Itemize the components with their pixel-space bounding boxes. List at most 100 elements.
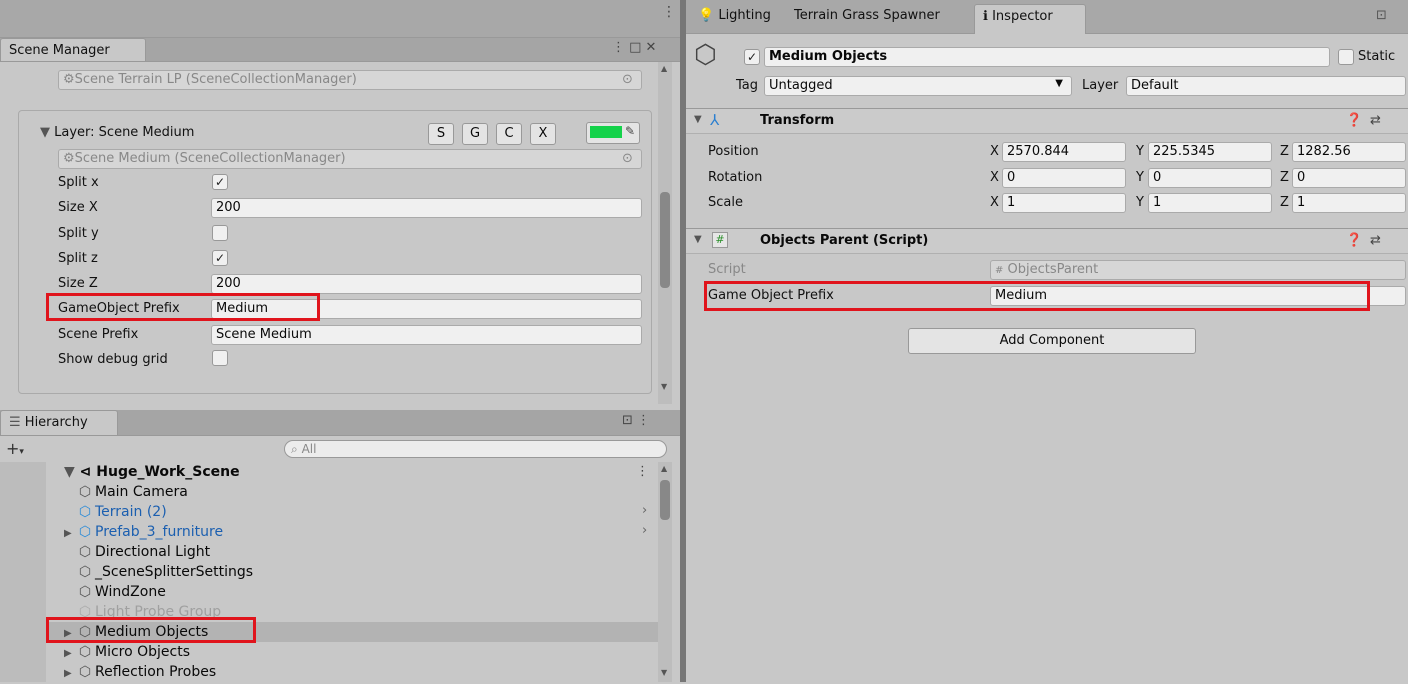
collection-icon: ⚙ [63,72,75,87]
rotation-label: Rotation [708,170,763,185]
scale-y-axis[interactable]: Y [1136,195,1144,210]
script-component-header[interactable]: ▼ # Objects Parent (Script) ❓ ⇄ [686,228,1408,254]
size-z-label: Size Z [58,276,98,291]
layer-title[interactable]: ▼ Layer: Scene Medium [40,125,194,140]
tag-label: Tag [736,78,759,93]
tab-hierarchy[interactable]: ☰ Hierarchy [0,410,118,435]
help-icon[interactable]: ❓ [1346,113,1362,128]
hierarchy-scrollbar[interactable]: ▲ ▼ [658,462,672,682]
hierarchy-search-input[interactable]: ⌕ All [284,440,667,458]
tab-terrain-grass-spawner[interactable]: Terrain Grass Spawner [790,6,944,25]
rotation-x-field[interactable]: 0 [1002,168,1126,188]
highlight-game-object-prefix [704,281,1370,311]
scene-manager-scroll-thumb[interactable] [660,192,670,288]
scroll-down-icon[interactable]: ▼ [661,382,667,391]
hierarchy-item[interactable]: ▶ ⬡ Reflection Probes [64,662,216,682]
terrain-expand-icon[interactable]: › [642,503,647,518]
tab-inspector[interactable]: ℹ Inspector [974,4,1086,34]
hierarchy-scroll-thumb[interactable] [660,480,670,520]
rotation-z-field[interactable]: 0 [1292,168,1406,188]
rotation-y-field[interactable]: 0 [1148,168,1272,188]
foldout-arrow-icon[interactable]: ▶ [64,644,78,664]
static-checkbox[interactable] [1338,49,1354,65]
collection-picker-icon[interactable]: ⊙ [622,151,633,166]
hierarchy-item[interactable]: ⬡ _SceneSplitterSettings [64,562,253,582]
scene-prefix-field[interactable]: Scene Medium [211,325,642,345]
scale-x-axis[interactable]: X [990,195,999,210]
split-z-checkbox[interactable]: ✓ [212,250,228,266]
position-y-axis[interactable]: Y [1136,144,1144,159]
tab-lighting[interactable]: 💡 Lighting [694,6,775,25]
position-z-field[interactable]: 1282.56 [1292,142,1406,162]
position-x-field[interactable]: 2570.844 [1002,142,1126,162]
size-x-field[interactable]: 200 [211,198,642,218]
hierarchy-add-button[interactable]: +▾ [6,439,24,458]
scroll-up-icon[interactable]: ▲ [661,64,667,73]
foldout-arrow-icon[interactable]: ▶ [64,524,78,544]
foldout-arrow-icon: ▼ [40,125,50,140]
tab-scene-manager[interactable]: Scene Manager [0,38,146,61]
gameobject-cube-icon: ⬡ [78,544,92,560]
settings-icon[interactable]: ⇄ [1370,233,1381,248]
layer-g-button[interactable]: G [462,123,488,145]
hierarchy-item[interactable]: ▶ ⬡ Prefab_3_furniture [64,522,223,542]
transform-title: Transform [760,113,835,128]
hierarchy-scene-row[interactable]: ▼ ⊲ Huge_Work_Scene [64,462,240,482]
rotation-x-axis[interactable]: X [990,170,999,185]
hierarchy-item[interactable]: ⬡ Directional Light [64,542,210,562]
active-checkbox[interactable]: ✓ [744,49,760,65]
rotation-y-axis[interactable]: Y [1136,170,1144,185]
scene-menu-icon[interactable]: ⋮ [636,464,649,479]
hier-scroll-up-icon[interactable]: ▲ [661,464,667,473]
hier-scroll-down-icon[interactable]: ▼ [661,668,667,677]
scene-manager-scrollbar[interactable]: ▲ ▼ [658,62,672,404]
position-z-axis[interactable]: Z [1280,144,1289,159]
size-z-field[interactable]: 200 [211,274,642,294]
toolbar-menu-icon[interactable]: ⋮ [662,4,676,20]
rotation-z-axis[interactable]: Z [1280,170,1289,185]
highlight-gameobject-prefix [46,293,320,321]
layer-color-field[interactable]: ✎ [586,122,640,144]
position-x-axis[interactable]: X [990,144,999,159]
split-x-checkbox[interactable]: ✓ [212,174,228,190]
add-component-button[interactable]: Add Component [908,328,1196,354]
script-component-title: Objects Parent (Script) [760,233,929,248]
collection-field[interactable]: ⚙Scene Medium (SceneCollectionManager) [58,149,642,169]
debug-grid-checkbox[interactable] [212,350,228,366]
settings-icon[interactable]: ⇄ [1370,113,1381,128]
unity-scene-icon: ⊲ [79,464,92,480]
collection-top-picker-icon[interactable]: ⊙ [622,72,633,87]
position-y-field[interactable]: 225.5345 [1148,142,1272,162]
tag-dropdown[interactable]: Untagged ▼ [764,76,1072,96]
prefab-cube-icon: ⬡ [78,504,92,520]
hierarchy-item-label: Micro Objects [95,644,191,660]
hierarchy-lock-icon[interactable]: ⊡ ⋮ [622,413,650,428]
hierarchy-item[interactable]: ⬡ Terrain (2) [64,502,167,522]
layer-dropdown[interactable]: Default [1126,76,1406,96]
layer-label: Layer [1082,78,1119,93]
scale-z-axis[interactable]: Z [1280,195,1289,210]
object-name-field[interactable]: Medium Objects [764,47,1330,67]
split-y-checkbox[interactable] [212,225,228,241]
layer-c-button[interactable]: C [496,123,522,145]
panel-menu-icon[interactable]: ⋮ □ ✕ [612,40,656,55]
hierarchy-item-label: _SceneSplitterSettings [95,564,254,580]
inspector-lock-icon[interactable]: ⊡ [1376,8,1387,23]
foldout-arrow-icon[interactable]: ▶ [64,664,78,684]
hierarchy-item[interactable]: ⬡ WindZone [64,582,166,602]
scale-x-field[interactable]: 1 [1002,193,1126,213]
layer-s-button[interactable]: S [428,123,454,145]
hierarchy-item[interactable]: ⬡ Main Camera [64,482,188,502]
hierarchy-item[interactable]: ▶ ⬡ Micro Objects [64,642,190,662]
scale-z-field[interactable]: 1 [1292,193,1406,213]
prefab-expand-icon[interactable]: › [642,523,647,538]
layer-x-button[interactable]: X [530,123,556,145]
collection-top-field[interactable]: ⚙Scene Terrain LP (SceneCollectionManage… [58,70,642,90]
inspector-tabstrip: 💡 Lighting Terrain Grass Spawner ℹ Inspe… [686,0,1408,34]
help-icon[interactable]: ❓ [1346,233,1362,248]
transform-header[interactable]: ▼ ⅄ Transform ❓ ⇄ [686,108,1408,134]
prefab-cube-icon: ⬡ [78,524,92,540]
scale-y-field[interactable]: 1 [1148,193,1272,213]
collection-icon: ⚙ [63,151,75,166]
foldout-open-icon: ▼ [694,114,702,125]
